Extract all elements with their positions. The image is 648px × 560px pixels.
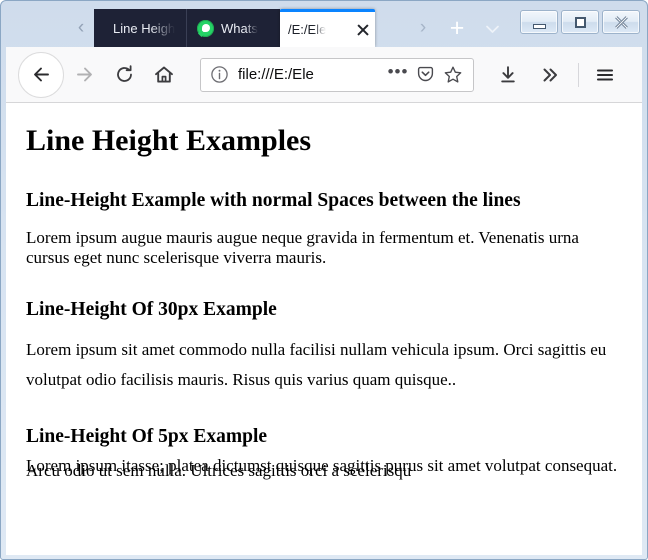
tab-label: Whats xyxy=(221,20,258,36)
tab-strip: ‹ Line Heigh Whats /E:/Ele › + xyxy=(6,5,642,47)
page-title: Line Height Examples xyxy=(26,124,312,157)
home-button[interactable] xyxy=(144,55,184,95)
tab-active-local-file[interactable]: /E:/Ele xyxy=(280,9,375,47)
back-button[interactable] xyxy=(18,51,64,98)
chevron-double-right-icon xyxy=(543,68,557,81)
download-icon xyxy=(501,65,515,82)
close-tab-icon[interactable] xyxy=(355,22,371,38)
chevron-down-glyph xyxy=(485,25,499,33)
tab-label: /E:/Ele xyxy=(288,22,327,37)
tab-whatsapp[interactable]: Whats xyxy=(186,9,280,47)
page-content: Line Height Examples Line-Height Example… xyxy=(6,103,642,555)
whatsapp-icon xyxy=(197,19,214,37)
chevron-down-icon[interactable] xyxy=(479,14,505,44)
info-icon[interactable] xyxy=(210,65,229,84)
tab-list: Line Heigh Whats /E:/Ele xyxy=(94,9,375,47)
bookmark-star-icon[interactable] xyxy=(439,63,467,87)
url-bar[interactable]: file:///E:/Ele ••• xyxy=(200,57,474,92)
hamburger-menu-button[interactable] xyxy=(585,55,625,95)
close-window-button[interactable] xyxy=(602,10,640,34)
navigation-toolbar: file:///E:/Ele ••• xyxy=(6,47,642,103)
new-tab-icon[interactable]: + xyxy=(443,13,471,43)
arrow-right-icon xyxy=(76,67,92,82)
pocket-glyph xyxy=(417,66,433,82)
scroll-tabs-left-icon[interactable]: ‹ xyxy=(68,13,94,43)
info-glyph xyxy=(211,66,228,83)
reload-button[interactable] xyxy=(104,55,144,95)
star-glyph xyxy=(444,66,462,83)
downloads-button[interactable] xyxy=(488,55,528,95)
overflow-menu-button[interactable] xyxy=(530,55,570,95)
page-actions-icon[interactable]: ••• xyxy=(385,63,411,86)
tab-label: Line Heigh xyxy=(113,20,176,36)
section-heading-30px: Line-Height Of 30px Example xyxy=(26,298,277,320)
scroll-tabs-right-icon[interactable]: › xyxy=(411,13,435,43)
section-heading-5px: Line-Height Of 5px Example xyxy=(26,426,268,448)
url-text[interactable]: file:///E:/Ele xyxy=(238,66,385,83)
tab-line-height[interactable]: Line Heigh xyxy=(94,9,186,47)
forward-button xyxy=(64,55,104,95)
paragraph-normal-line-height: Lorem ipsum augue mauris augue neque gra… xyxy=(26,227,579,267)
paragraph-30px-line-height: Lorem ipsum sit amet commodo nulla facil… xyxy=(26,340,607,390)
hamburger-icon xyxy=(596,68,614,81)
pocket-icon[interactable] xyxy=(411,63,439,87)
home-icon xyxy=(155,66,173,83)
window-controls xyxy=(520,10,640,34)
browser-window: ‹ Line Heigh Whats /E:/Ele › + file:///E… xyxy=(0,0,648,560)
section-heading-normal: Line-Height Example with normal Spaces b… xyxy=(26,189,521,211)
arrow-left-icon xyxy=(33,67,49,82)
paragraph-5px-line-height: Lorem ipsum itasse; platea dictumst quis… xyxy=(26,455,618,480)
minimize-button[interactable] xyxy=(520,10,558,34)
maximize-button[interactable] xyxy=(561,10,599,34)
toolbar-separator xyxy=(578,62,579,87)
reload-icon xyxy=(116,65,132,82)
